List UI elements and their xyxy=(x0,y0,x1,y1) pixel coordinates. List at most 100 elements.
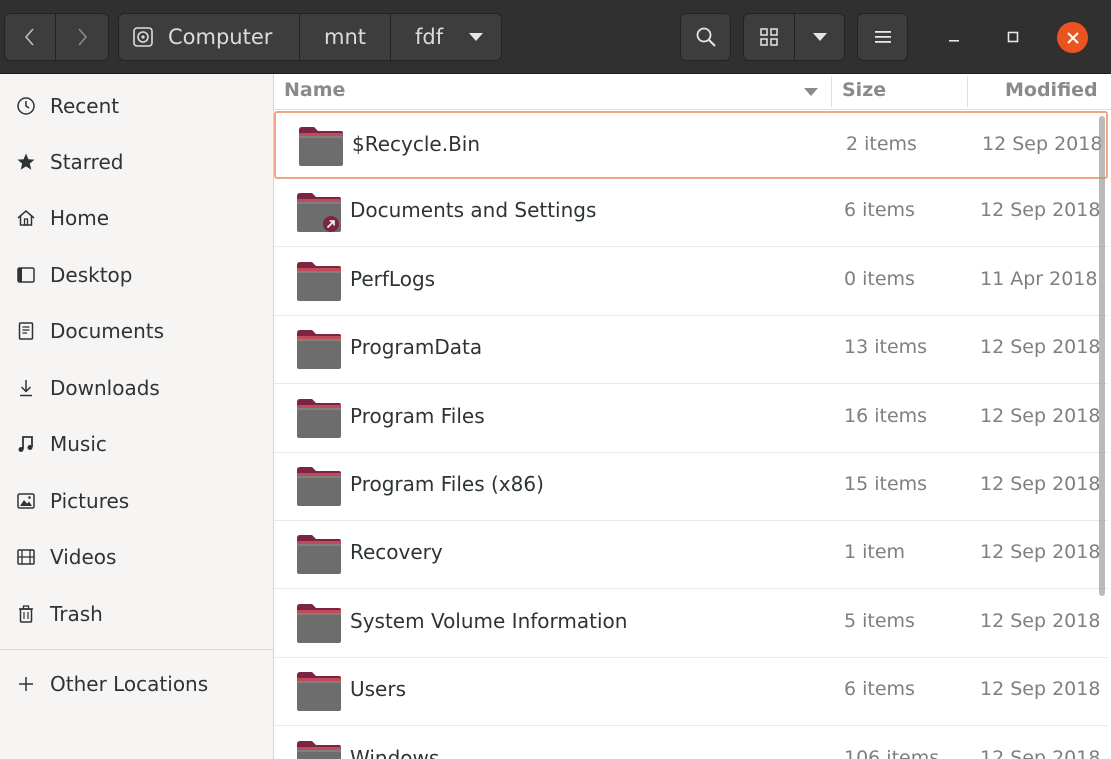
file-row[interactable]: Documents and Settings 6 items 12 Sep 2018 xyxy=(274,179,1108,248)
video-icon xyxy=(14,545,38,569)
folder-icon xyxy=(297,672,341,712)
breadcrumb-mnt[interactable]: mnt xyxy=(299,13,391,61)
column-header-name[interactable]: Name xyxy=(284,79,345,101)
file-name: ProgramData xyxy=(350,335,483,360)
column-header-row: Name Size Modified xyxy=(274,74,1111,110)
search-icon xyxy=(696,27,716,47)
close-icon xyxy=(1066,31,1079,44)
chevron-right-icon xyxy=(78,28,88,46)
minimize-button[interactable] xyxy=(939,22,969,52)
file-row[interactable]: PerfLogs 0 items 11 Apr 2018 xyxy=(274,248,1108,316)
document-icon xyxy=(14,319,38,343)
file-name: Program Files xyxy=(350,403,485,428)
desktop-icon xyxy=(14,263,38,287)
sidebar-item-starred[interactable]: Starred xyxy=(0,134,273,190)
maximize-icon xyxy=(1007,31,1019,43)
sidebar-item-label: Trash xyxy=(50,602,103,626)
maximize-button[interactable] xyxy=(998,22,1028,52)
drive-icon xyxy=(133,27,153,47)
file-name: Documents and Settings xyxy=(350,198,597,223)
folder-icon xyxy=(297,193,341,233)
close-button[interactable] xyxy=(1057,22,1088,53)
file-modified: 12 Sep 2018 xyxy=(980,746,1101,759)
file-row[interactable]: Program Files (x86) 15 items 12 Sep 2018 xyxy=(274,453,1108,521)
sidebar-item-label: Videos xyxy=(50,545,117,569)
folder-icon xyxy=(299,127,343,166)
breadcrumb-fdf[interactable]: fdf xyxy=(390,13,502,61)
breadcrumb-computer[interactable]: Computer xyxy=(118,13,300,61)
sidebar-item-label: Recent xyxy=(50,94,120,118)
file-row[interactable]: ProgramData 13 items 12 Sep 2018 xyxy=(274,316,1108,385)
folder-icon xyxy=(297,398,341,438)
file-row[interactable]: Program Files 16 items 12 Sep 2018 xyxy=(274,385,1108,453)
sidebar-item-label: Other Locations xyxy=(50,672,209,696)
sidebar-item-label: Music xyxy=(50,432,107,456)
column-divider[interactable] xyxy=(831,76,832,107)
file-size: 2 items xyxy=(846,133,917,155)
file-row[interactable]: Users 6 items 12 Sep 2018 xyxy=(274,658,1108,727)
sidebar-item-home[interactable]: Home xyxy=(0,190,273,246)
chevron-left-icon xyxy=(24,28,34,46)
menu-button[interactable] xyxy=(857,13,908,61)
file-name: $Recycle.Bin xyxy=(352,132,481,156)
search-button[interactable] xyxy=(680,13,731,61)
file-manager-window: Computer mnt fdf Recent Starred Home Des… xyxy=(0,0,1111,759)
forward-button[interactable] xyxy=(55,13,109,61)
sidebar-item-label: Documents xyxy=(50,319,165,343)
sidebar-item-label: Home xyxy=(50,206,110,230)
sidebar-divider xyxy=(0,649,273,650)
music-icon xyxy=(14,432,38,456)
file-row[interactable]: Recovery 1 item 12 Sep 2018 xyxy=(274,521,1108,590)
sidebar-item-trash[interactable]: Trash xyxy=(0,586,273,642)
file-row[interactable]: Windows 106 items 12 Sep 2018 xyxy=(274,727,1108,759)
grid-view-button[interactable] xyxy=(743,13,795,61)
folder-icon xyxy=(297,467,341,506)
view-options-button[interactable] xyxy=(794,13,845,61)
sidebar-item-label: Starred xyxy=(50,150,124,174)
triangle-down-icon xyxy=(812,33,827,41)
trash-icon xyxy=(14,602,38,626)
sidebar-item-label: Desktop xyxy=(50,263,133,287)
column-divider[interactable] xyxy=(967,76,968,107)
clock-icon xyxy=(14,94,38,118)
sidebar-item-pictures[interactable]: Pictures xyxy=(0,473,273,529)
file-size: 5 items xyxy=(844,609,915,632)
breadcrumb-label: mnt xyxy=(324,25,366,49)
plus-icon xyxy=(14,672,38,696)
breadcrumb-label: fdf xyxy=(415,25,444,49)
sort-descending-icon xyxy=(804,88,818,96)
file-name: Windows xyxy=(350,745,440,759)
sidebar-item-recent[interactable]: Recent xyxy=(0,78,273,134)
grid-view-icon xyxy=(760,28,778,46)
sidebar-item-downloads[interactable]: Downloads xyxy=(0,360,273,416)
vertical-scrollbar[interactable] xyxy=(1099,116,1105,596)
file-size: 15 items xyxy=(844,473,928,495)
file-name: Recovery xyxy=(350,540,443,565)
folder-icon xyxy=(297,535,341,575)
file-modified: 12 Sep 2018 xyxy=(980,404,1101,427)
file-size: 13 items xyxy=(844,336,928,359)
file-row[interactable]: System Volume Information 5 items 12 Sep 2… xyxy=(274,590,1108,658)
folder-icon xyxy=(297,603,341,643)
sidebar-item-documents[interactable]: Documents xyxy=(0,303,273,359)
sidebar-item-other-locations[interactable]: Other Locations xyxy=(0,656,273,712)
sidebar-item-desktop[interactable]: Desktop xyxy=(0,247,273,303)
sidebar-item-music[interactable]: Music xyxy=(0,416,273,472)
sidebar-item-videos[interactable]: Videos xyxy=(0,529,273,585)
file-row[interactable]: $Recycle.Bin 2 items 12 Sep 2018 xyxy=(274,111,1108,179)
sidebar-item-label: Downloads xyxy=(50,376,160,400)
file-name: Program Files (x86) xyxy=(350,472,544,496)
breadcrumb-label: Computer xyxy=(168,25,273,49)
file-size: 0 items xyxy=(844,267,915,290)
column-header-modified[interactable]: Modified xyxy=(1005,79,1098,101)
triangle-down-icon xyxy=(469,33,484,41)
folder-icon xyxy=(297,330,341,370)
file-size: 106 items xyxy=(844,746,940,759)
home-icon xyxy=(14,206,38,230)
back-button[interactable] xyxy=(4,13,56,61)
column-header-size[interactable]: Size xyxy=(842,79,886,101)
file-size: 6 items xyxy=(844,199,915,222)
file-modified: 12 Sep 2018 xyxy=(980,541,1101,564)
file-modified: 12 Sep 2018 xyxy=(980,609,1101,632)
sidebar-item-label: Pictures xyxy=(50,489,130,513)
